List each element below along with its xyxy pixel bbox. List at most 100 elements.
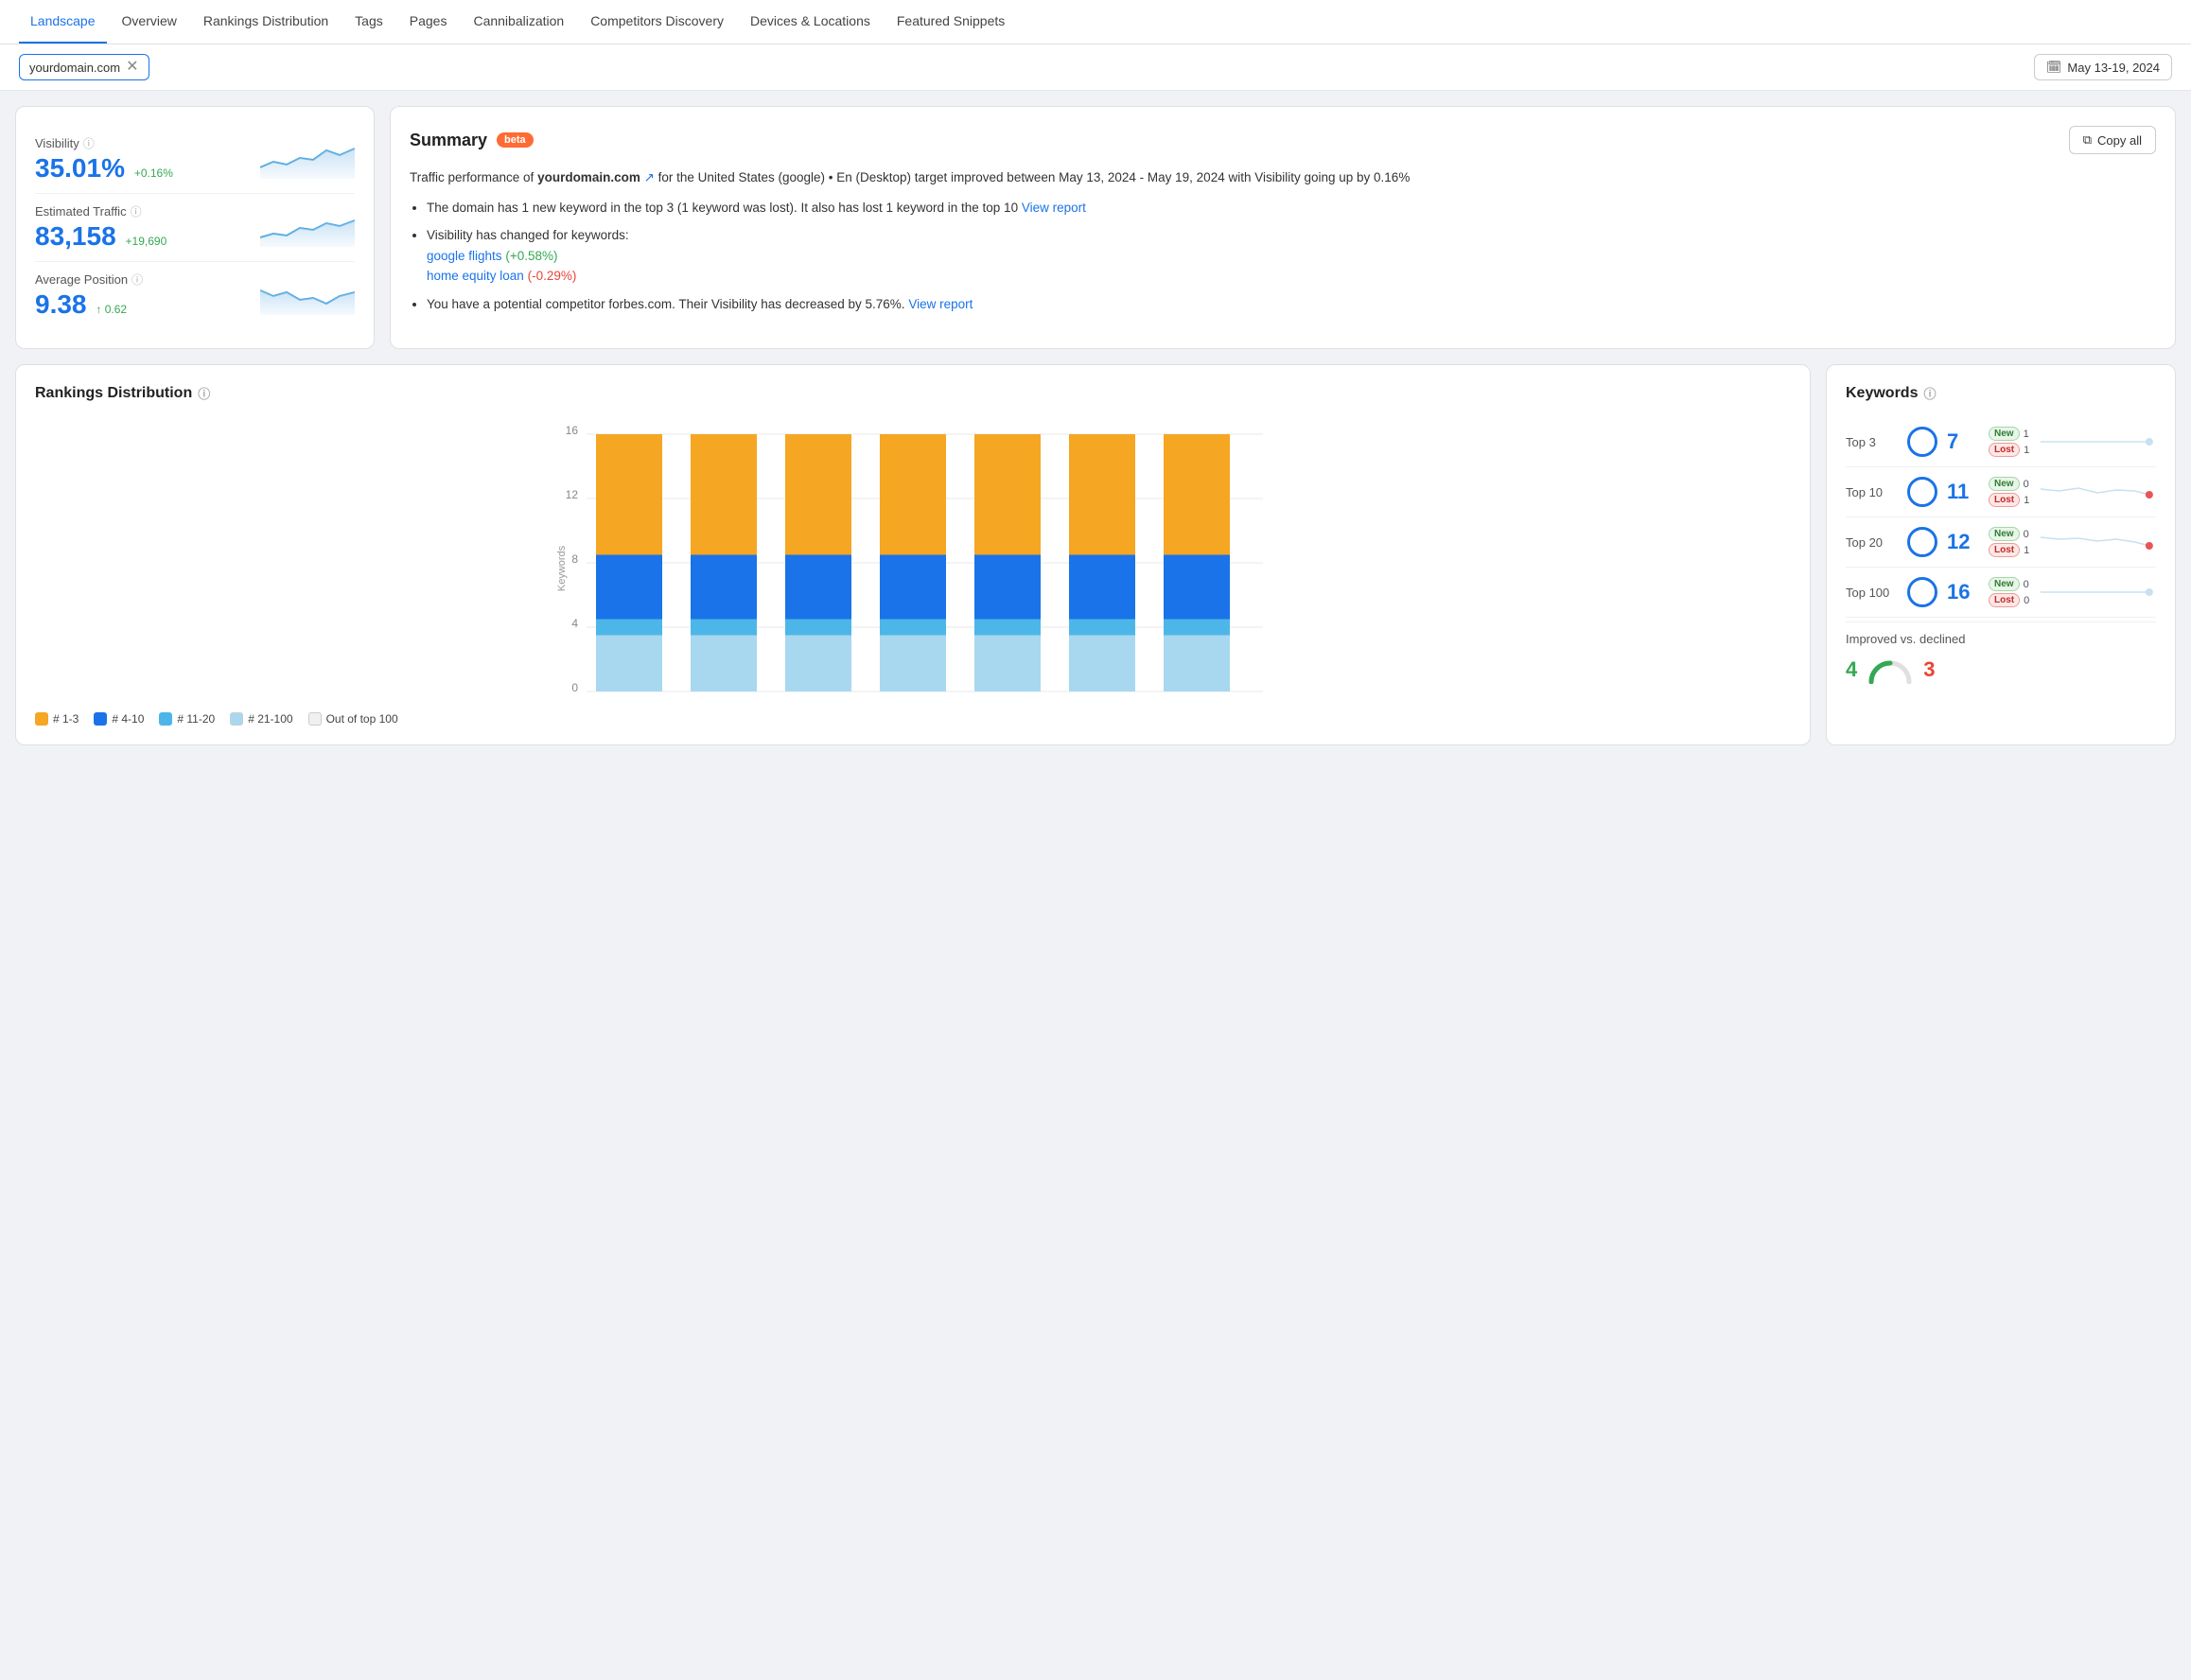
svg-text:4: 4: [571, 617, 578, 630]
nav-pages[interactable]: Pages: [398, 0, 459, 44]
top100-lost-val: 0: [2024, 595, 2029, 606]
kw1-link[interactable]: google flights: [427, 249, 502, 263]
legend-out-top100-dot: [308, 712, 322, 726]
bar4-11-20: [880, 620, 946, 636]
legend-4-10: # 4-10: [94, 712, 144, 726]
visibility-value: 35.01%: [35, 153, 125, 183]
date-range-value: May 13-19, 2024: [2067, 61, 2160, 75]
visibility-info-icon[interactable]: ⓘ: [83, 135, 95, 151]
top100-value: 16: [1947, 580, 1975, 604]
top3-lost-badge: Lost: [1989, 443, 2020, 457]
top100-lost-badge: Lost: [1989, 593, 2020, 607]
traffic-change: +19,690: [126, 235, 167, 248]
top10-new-val: 0: [2024, 479, 2029, 490]
summary-bullets: The domain has 1 new keyword in the top …: [410, 198, 2156, 315]
bar2-21-100: [691, 636, 757, 692]
bar3-1-3: [785, 434, 851, 555]
bar5-1-3: [974, 434, 1041, 555]
top20-new-val: 0: [2024, 529, 2029, 540]
top10-new-lost: New 0 Lost 1: [1989, 477, 2029, 507]
bar2-4-10: [691, 555, 757, 620]
rankings-title-area: Rankings Distribution ⓘ: [35, 384, 1791, 402]
improved-declined-section: Improved vs. declined 4 3: [1846, 621, 2156, 684]
top3-circle: [1907, 427, 1937, 457]
bar7-11-20: [1164, 620, 1230, 636]
rankings-info-icon[interactable]: ⓘ: [198, 384, 210, 402]
top20-lost-val: 1: [2024, 545, 2029, 556]
nav-cannibalization[interactable]: Cannibalization: [462, 0, 575, 44]
copy-all-button[interactable]: ⧉ Copy all: [2069, 126, 2156, 154]
legend-1-3: # 1-3: [35, 712, 79, 726]
domain-filter[interactable]: yourdomain.com ✕: [19, 54, 149, 80]
keywords-top20-row: Top 20 12 New 0 Lost 1: [1846, 517, 2156, 568]
nav-featured-snippets[interactable]: Featured Snippets: [885, 0, 1016, 44]
keywords-title: Keywords: [1846, 385, 1918, 402]
improved-declined-values: 4 3: [1846, 646, 2156, 684]
metrics-card: Visibility ⓘ 35.01% +0.16%: [15, 106, 375, 349]
top20-circle: [1907, 527, 1937, 557]
kw2-link[interactable]: home equity loan: [427, 269, 524, 283]
svg-text:8: 8: [571, 552, 578, 566]
summary-intro: Traffic performance of yourdomain.com ↗ …: [410, 167, 2156, 188]
legend-11-20-dot: [159, 712, 172, 726]
kw2-change: (-0.29%): [528, 269, 577, 283]
rankings-chart-svg: 0 4 8 12 16 Keywords: [35, 417, 1791, 701]
nav-devices-locations[interactable]: Devices & Locations: [739, 0, 882, 44]
domain-link[interactable]: ↗: [644, 170, 655, 184]
top20-new-badge: New: [1989, 527, 2020, 541]
visibility-sparkline: [260, 141, 355, 179]
top3-sparkline: [2039, 428, 2156, 456]
top100-circle: [1907, 577, 1937, 607]
rankings-chart: 0 4 8 12 16 Keywords: [35, 417, 1791, 701]
bar1-4-10: [596, 555, 662, 620]
bullet1-link[interactable]: View report: [1022, 201, 1086, 215]
improved-declined-label: Improved vs. declined: [1846, 632, 2156, 646]
date-range-picker[interactable]: 🗓 May 13-19, 2024: [2034, 54, 2172, 80]
toolbar: yourdomain.com ✕ 🗓 May 13-19, 2024: [0, 44, 2191, 91]
main-content: Visibility ⓘ 35.01% +0.16%: [0, 91, 2191, 761]
nav-overview[interactable]: Overview: [111, 0, 188, 44]
beta-badge: beta: [497, 132, 534, 148]
bar5-11-20: [974, 620, 1041, 636]
bar6-4-10: [1069, 555, 1135, 620]
position-value: 9.38: [35, 289, 87, 319]
top20-lost-badge: Lost: [1989, 543, 2020, 557]
keywords-top3-row: Top 3 7 New 1 Lost 1: [1846, 417, 2156, 467]
svg-text:May 19: May 19: [1180, 700, 1214, 701]
calendar-icon: 🗓: [2046, 60, 2062, 75]
declined-value: 3: [1923, 657, 1935, 682]
bullet2-text: Visibility has changed for keywords:: [427, 228, 629, 242]
nav-rankings-distribution[interactable]: Rankings Distribution: [192, 0, 340, 44]
nav-landscape[interactable]: Landscape: [19, 0, 107, 44]
svg-text:Keywords: Keywords: [556, 545, 568, 591]
top10-value: 11: [1947, 480, 1975, 504]
bar6-21-100: [1069, 636, 1135, 692]
keywords-info-icon[interactable]: ⓘ: [1923, 384, 1936, 402]
position-info-icon[interactable]: ⓘ: [131, 271, 143, 288]
bullet1-text: The domain has 1 new keyword in the top …: [427, 201, 1018, 215]
nav-competitors-discovery[interactable]: Competitors Discovery: [579, 0, 735, 44]
top100-new-badge: New: [1989, 577, 2020, 591]
traffic-info-icon[interactable]: ⓘ: [131, 203, 142, 219]
top20-value: 12: [1947, 530, 1975, 554]
nav-tags[interactable]: Tags: [343, 0, 394, 44]
visibility-metric: Visibility ⓘ 35.01% +0.16%: [35, 126, 355, 194]
svg-text:May 15: May 15: [801, 700, 835, 701]
bar5-21-100: [974, 636, 1041, 692]
bullet3-link[interactable]: View report: [908, 297, 973, 311]
top-row: Visibility ⓘ 35.01% +0.16%: [15, 106, 2176, 349]
keywords-card: Keywords ⓘ Top 3 7 New 1 Lost 1 Top 1: [1826, 364, 2176, 745]
legend-4-10-label: # 4-10: [112, 712, 144, 726]
summary-bullet-2: Visibility has changed for keywords: goo…: [427, 225, 2156, 287]
top10-circle: [1907, 477, 1937, 507]
svg-text:May 18: May 18: [1085, 700, 1119, 701]
domain-clear-button[interactable]: ✕: [126, 60, 138, 75]
bullet3-text: You have a potential competitor forbes.c…: [427, 297, 905, 311]
position-metric: Average Position ⓘ 9.38 ↑ 0.62: [35, 262, 355, 329]
top10-lost-badge: Lost: [1989, 493, 2020, 507]
traffic-sparkline: [260, 209, 355, 247]
top100-new-val: 0: [2024, 579, 2029, 590]
summary-title-text: Summary: [410, 131, 487, 150]
position-sparkline: [260, 277, 355, 315]
legend-11-20-label: # 11-20: [177, 712, 215, 726]
